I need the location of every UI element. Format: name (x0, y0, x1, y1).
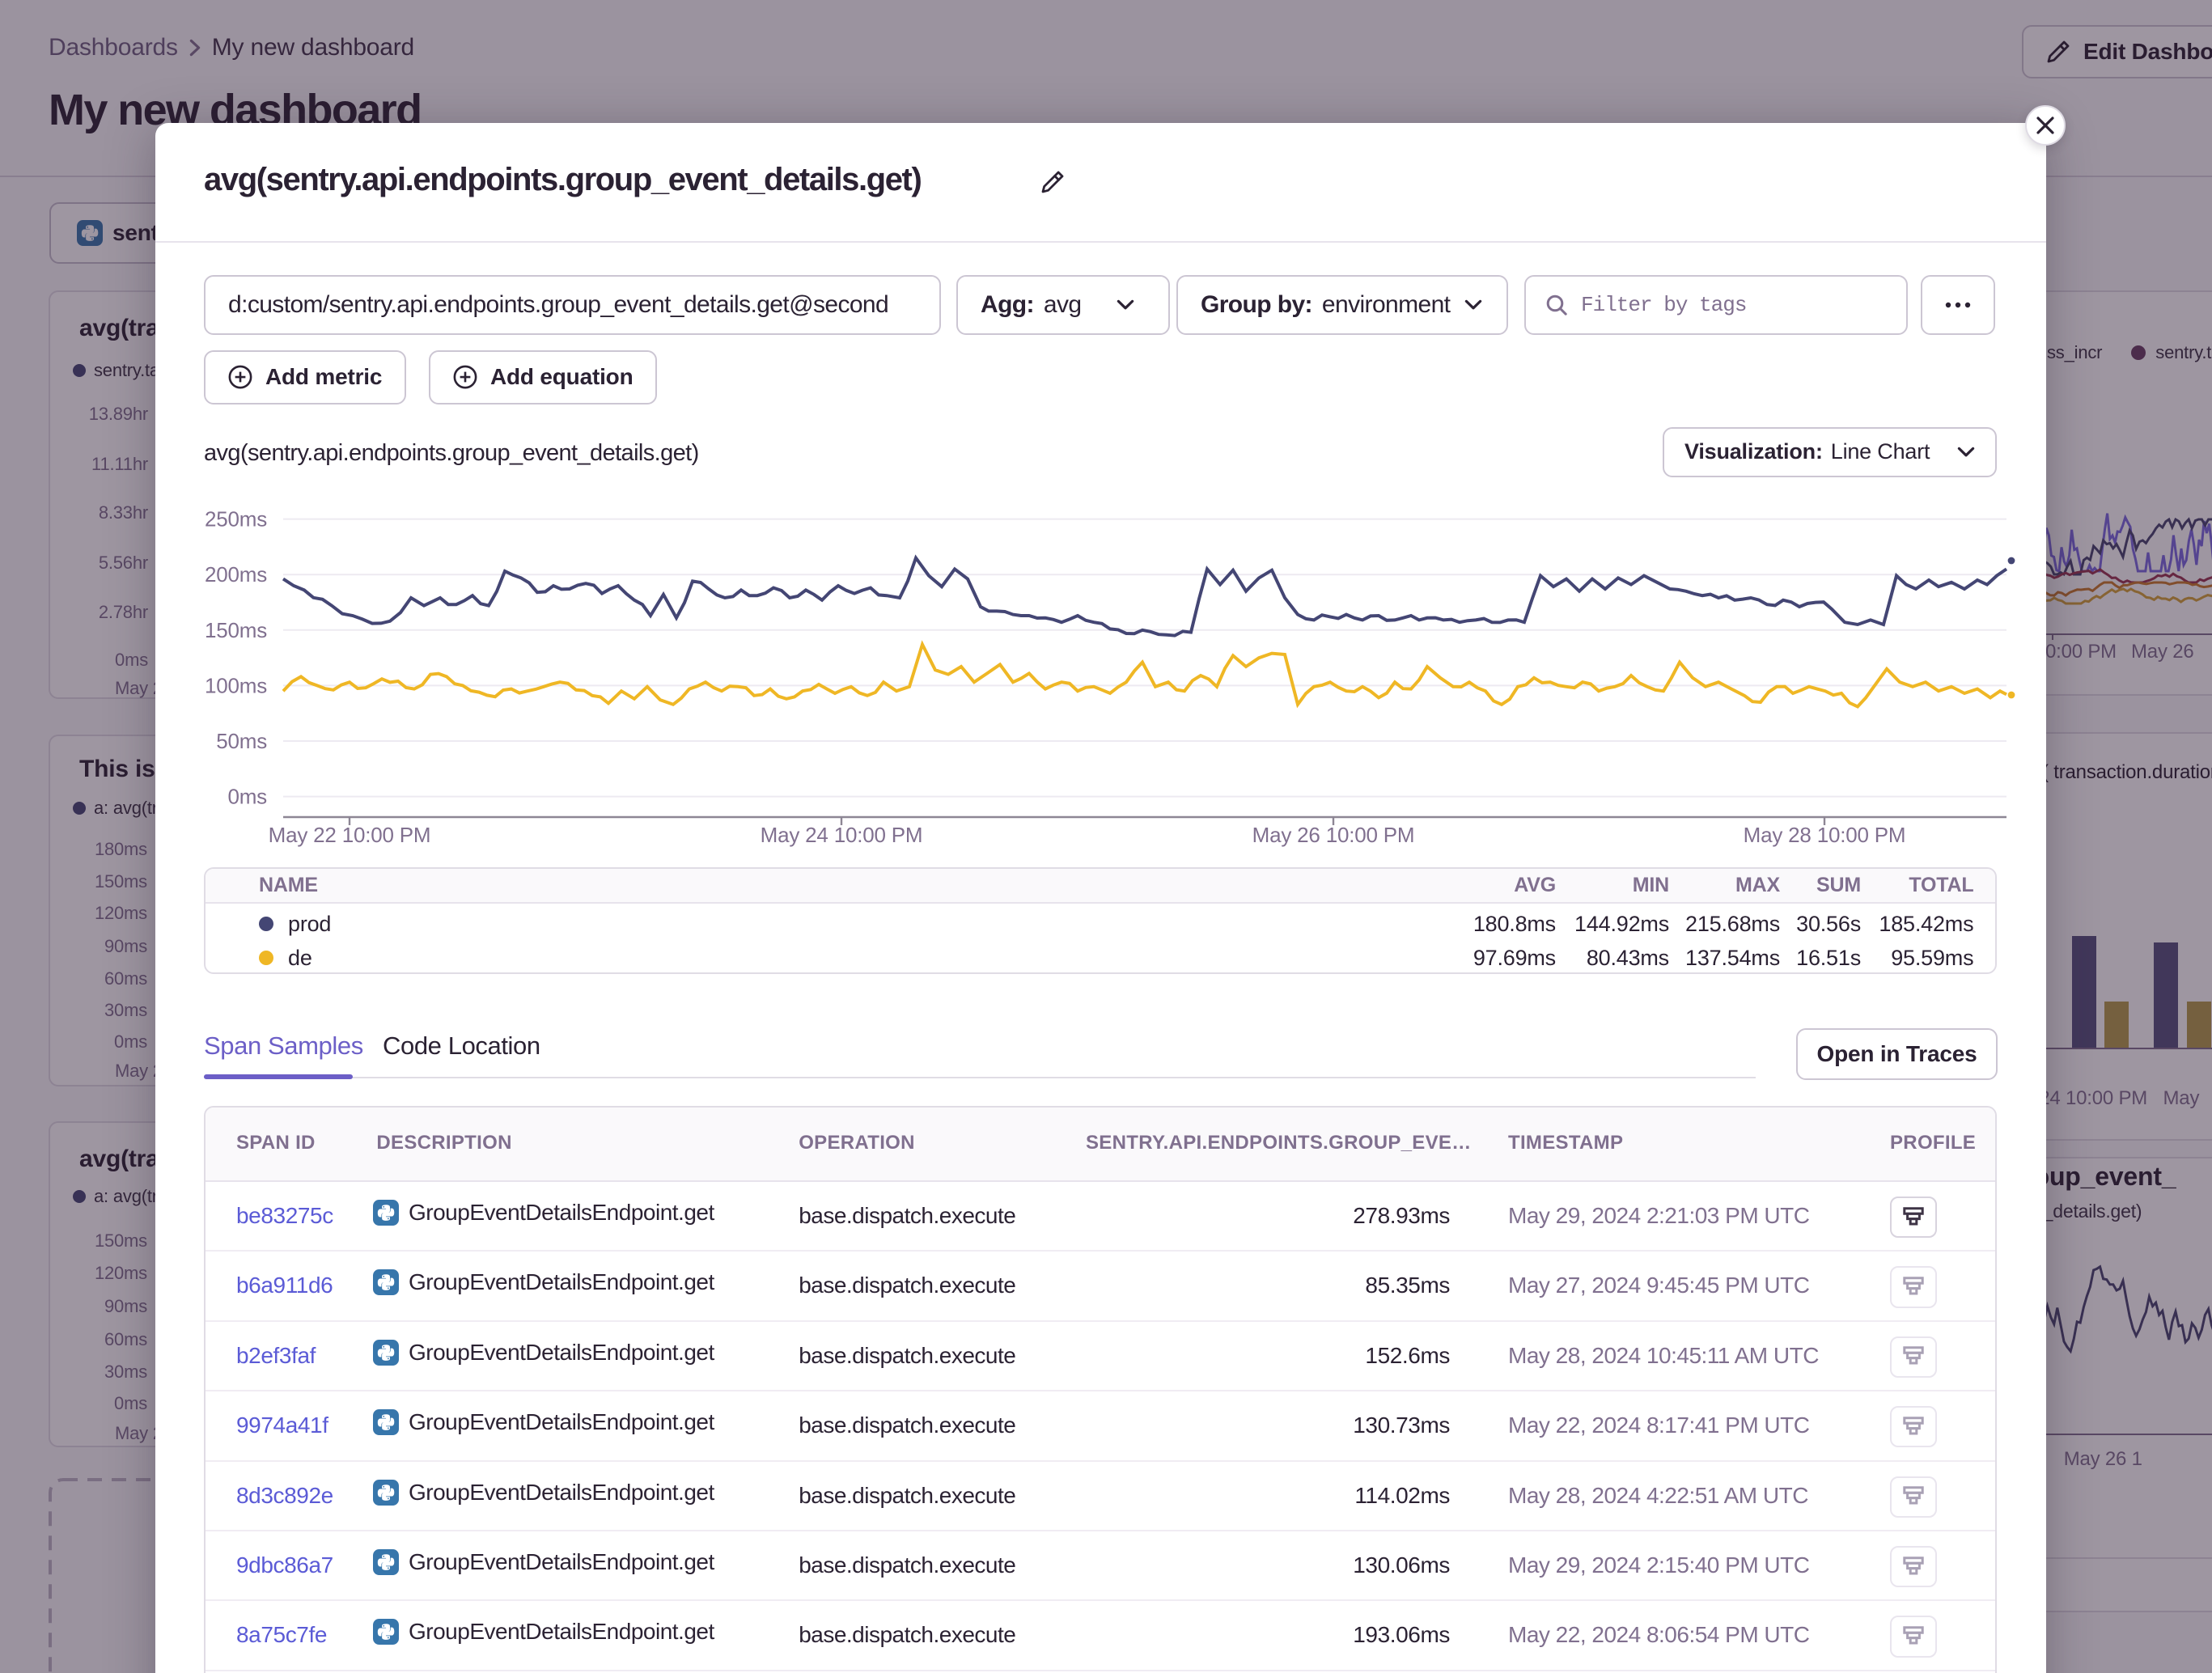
svg-text:May 24 10:00 PM: May 24 10:00 PM (761, 823, 923, 847)
svg-text:May 28 10:00 PM: May 28 10:00 PM (1744, 823, 1906, 847)
svg-text:150ms: 150ms (205, 618, 267, 642)
svg-text:250ms: 250ms (205, 507, 267, 532)
svg-text:0ms: 0ms (227, 785, 267, 809)
svg-text:50ms: 50ms (216, 729, 267, 753)
svg-text:May 22 10:00 PM: May 22 10:00 PM (269, 823, 431, 847)
svg-text:May 26 10:00 PM: May 26 10:00 PM (1252, 823, 1415, 847)
svg-text:100ms: 100ms (205, 674, 267, 698)
svg-text:200ms: 200ms (205, 563, 267, 587)
